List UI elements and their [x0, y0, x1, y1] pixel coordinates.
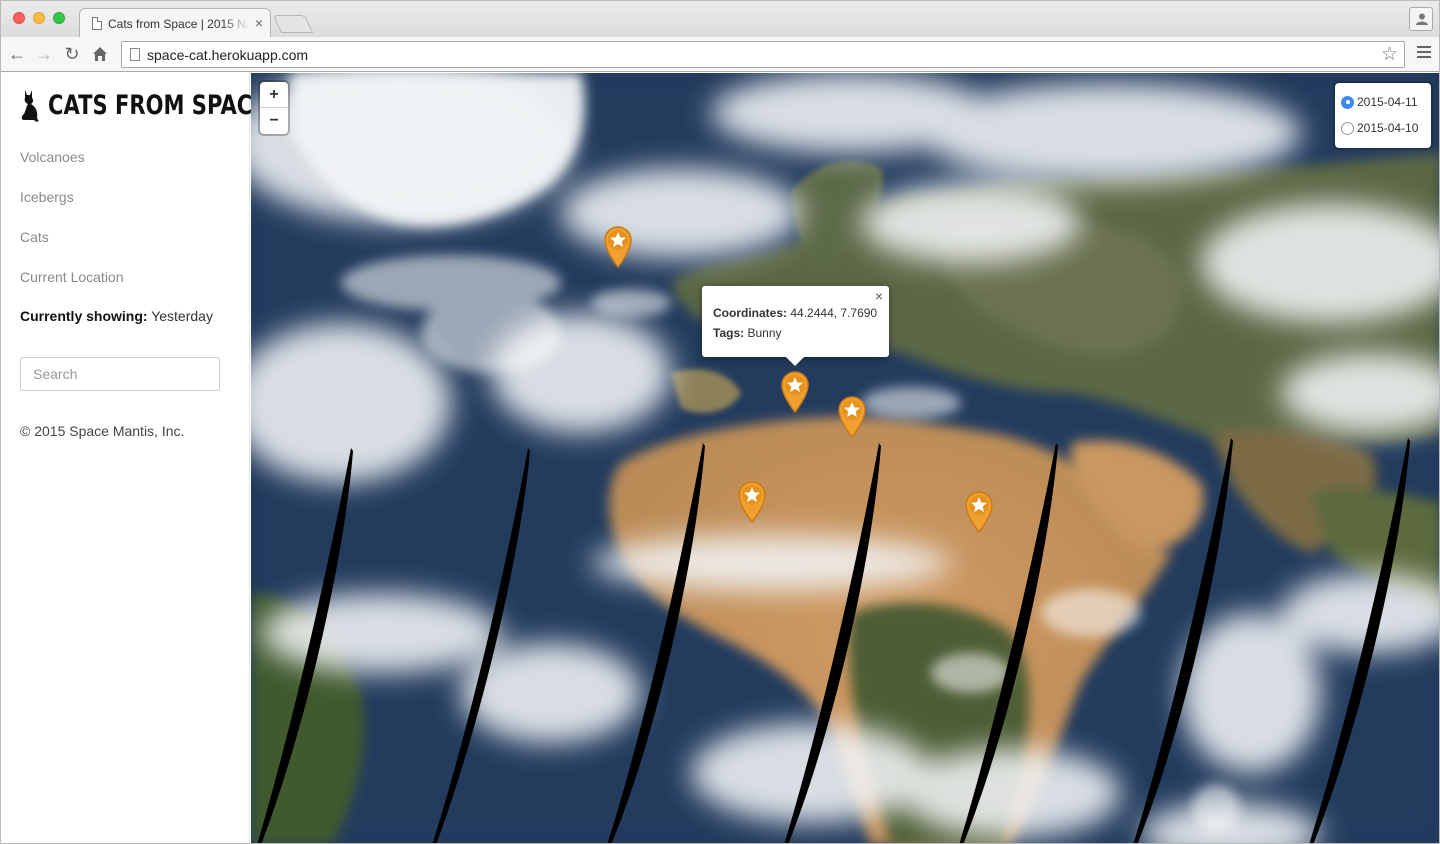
star-map-pin-icon[interactable]	[736, 479, 768, 524]
close-window-button[interactable]	[13, 12, 25, 24]
address-bar[interactable]: space-cat.herokuapp.com ☆	[121, 41, 1405, 68]
layer-radio[interactable]	[1341, 121, 1354, 135]
showing-value: Yesterday	[151, 308, 213, 324]
search-input[interactable]	[20, 357, 220, 391]
forward-arrow-icon[interactable]: →	[33, 43, 55, 65]
currently-showing: Currently showing: Yesterday	[20, 308, 213, 324]
home-icon[interactable]	[89, 43, 111, 65]
popup-coordinates: Coordinates: 44.2444, 7.7690	[713, 303, 878, 323]
satellite-imagery	[251, 73, 1439, 843]
star-map-pin-icon[interactable]	[602, 224, 634, 269]
popup-close-icon[interactable]: ×	[875, 288, 883, 304]
nav-cats[interactable]: Cats	[20, 229, 49, 245]
menu-icon[interactable]	[1417, 46, 1431, 61]
nav-volcanoes[interactable]: Volcanoes	[20, 149, 85, 165]
minimize-window-button[interactable]	[33, 12, 45, 24]
star-map-pin-icon[interactable]	[836, 394, 868, 439]
zoom-out-button[interactable]: −	[260, 108, 288, 134]
page-icon	[92, 17, 102, 30]
coordinates-label: Coordinates:	[713, 306, 788, 320]
tags-label: Tags:	[713, 326, 745, 340]
browser-window: Cats from Space | 2015 NASA × ← → ↻ spac…	[0, 0, 1440, 844]
new-tab-button[interactable]	[272, 15, 314, 33]
url-text: space-cat.herokuapp.com	[147, 47, 309, 63]
satellite-map[interactable]: + − 2015-04-11 2015-04-10 × Coordinates:…	[251, 73, 1439, 843]
zoom-control: + −	[260, 82, 288, 134]
zoom-in-button[interactable]: +	[260, 82, 288, 108]
layer-option-2015-04-10[interactable]: 2015-04-10	[1341, 115, 1425, 141]
user-icon	[1416, 13, 1428, 25]
marker-popup: × Coordinates: 44.2444, 7.7690 Tags: Bun…	[702, 286, 889, 366]
layer-label: 2015-04-11	[1357, 95, 1418, 109]
date-layer-control: 2015-04-11 2015-04-10	[1335, 83, 1431, 148]
maximize-window-button[interactable]	[53, 12, 65, 24]
page: CATS FROM SPACE Volcanoes Icebergs Cats …	[1, 73, 1439, 843]
browser-titlebar: Cats from Space | 2015 NASA ×	[1, 1, 1439, 38]
tab-title: Cats from Space | 2015 NASA	[108, 17, 250, 31]
back-arrow-icon[interactable]: ←	[6, 43, 28, 65]
cat-silhouette-icon	[21, 90, 39, 122]
logo-text: CATS FROM SPACE	[48, 89, 267, 121]
browser-tab[interactable]: Cats from Space | 2015 NASA ×	[79, 8, 271, 38]
showing-label: Currently showing:	[20, 308, 148, 324]
coordinates-value: 44.2444, 7.7690	[790, 306, 878, 320]
sidebar: CATS FROM SPACE Volcanoes Icebergs Cats …	[1, 73, 267, 843]
copyright: © 2015 Space Mantis, Inc.	[20, 423, 185, 439]
browser-toolbar: ← → ↻ space-cat.herokuapp.com ☆	[1, 37, 1439, 72]
reload-icon[interactable]: ↻	[61, 43, 83, 65]
nav-icebergs[interactable]: Icebergs	[20, 189, 74, 205]
profile-button[interactable]	[1409, 7, 1433, 31]
layer-label: 2015-04-10	[1357, 121, 1419, 135]
star-map-pin-icon[interactable]	[963, 489, 995, 534]
page-icon	[130, 48, 140, 61]
layer-radio-selected[interactable]	[1341, 95, 1354, 109]
popup-tags: Tags: Bunny	[713, 323, 878, 343]
tab-close-icon[interactable]: ×	[255, 15, 263, 31]
star-map-pin-icon[interactable]	[779, 369, 811, 414]
tags-value: Bunny	[747, 326, 782, 340]
layer-option-2015-04-11[interactable]: 2015-04-11	[1341, 89, 1425, 115]
bookmark-star-icon[interactable]: ☆	[1381, 43, 1398, 66]
nav-current-location[interactable]: Current Location	[20, 269, 124, 285]
